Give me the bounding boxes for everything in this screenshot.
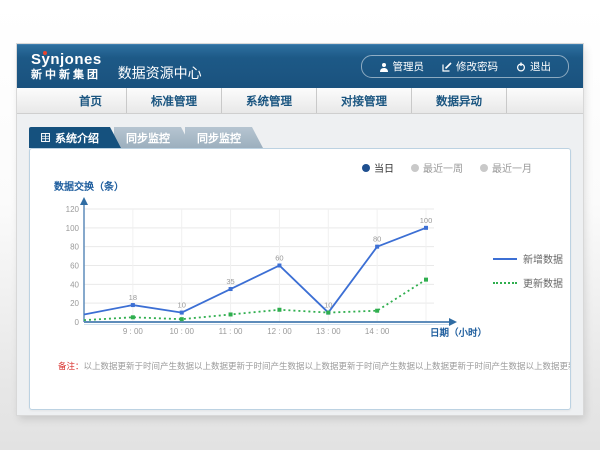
radio-unselected-icon — [480, 164, 488, 172]
brand-logo-subtext: 新中新集团 — [31, 69, 102, 81]
radio-unselected-icon — [411, 164, 419, 172]
svg-text:10: 10 — [178, 301, 186, 310]
tab-sync-monitor-1[interactable]: 同步监控 — [114, 127, 192, 148]
brand-logo: Synjones 新中新集团 — [31, 52, 102, 82]
svg-text:14 : 00: 14 : 00 — [365, 327, 390, 336]
chart-y-axis-title: 数据交换（条） — [54, 178, 570, 193]
app-window: Synjones 新中新集团 数据资源中心 管理员 修改密码 — [17, 44, 583, 415]
legend-item-updated-data: 更新数据 — [493, 275, 563, 290]
footnote: 备注：以上数据更新于时间产生数据以上数据更新于时间产生数据以上数据更新于时间产生… — [58, 360, 570, 372]
svg-text:100: 100 — [66, 224, 80, 233]
svg-text:0: 0 — [75, 318, 80, 327]
nav-item-home[interactable]: 首页 — [55, 88, 127, 113]
svg-text:10: 10 — [324, 301, 332, 310]
chart-area: 0 20 40 60 80 100 120 9 : 00 10 : 00 11 : 00 12 : … — [30, 195, 570, 350]
svg-text:9 : 00: 9 : 00 — [123, 327, 144, 336]
legend-label: 新增数据 — [523, 251, 563, 266]
tab-system-intro[interactable]: 系统介绍 — [29, 127, 121, 148]
svg-text:13 : 00: 13 : 00 — [316, 327, 341, 336]
chart-legend: 新增数据 更新数据 — [493, 251, 563, 350]
footnote-prefix: 备注： — [58, 361, 84, 371]
power-icon — [516, 62, 526, 72]
legend-item-new-data: 新增数据 — [493, 251, 563, 266]
user-icon — [379, 62, 389, 72]
tab-label: 系统介绍 — [55, 130, 99, 146]
nav-item-interface-mgmt[interactable]: 对接管理 — [317, 88, 412, 113]
radio-label: 当日 — [374, 160, 394, 175]
page-title: 数据资源中心 — [118, 63, 202, 83]
logout-button[interactable]: 退出 — [507, 59, 560, 74]
svg-text:11 : 00: 11 : 00 — [219, 327, 243, 336]
legend-line-sample-green — [493, 282, 517, 284]
svg-text:20: 20 — [70, 299, 79, 308]
chart-panel: 当日 最近一周 最近一月 数据交换（条） 0 20 40 60 80 100 120 9 : … — [29, 148, 571, 410]
brand-logo-text: Synjones — [31, 52, 102, 69]
nav-item-system-mgmt[interactable]: 系统管理 — [222, 88, 317, 113]
svg-text:80: 80 — [373, 235, 381, 244]
brand-red-dot-icon — [43, 51, 47, 55]
radio-last-week[interactable]: 最近一周 — [411, 160, 463, 175]
radio-label: 最近一周 — [423, 160, 463, 175]
change-password-button[interactable]: 修改密码 — [433, 59, 507, 74]
radio-today[interactable]: 当日 — [362, 160, 394, 175]
legend-label: 更新数据 — [523, 275, 563, 290]
time-range-filter: 当日 最近一周 最近一月 — [30, 149, 570, 175]
svg-text:80: 80 — [70, 243, 79, 252]
svg-text:60: 60 — [275, 254, 283, 263]
nav-item-data-change[interactable]: 数据异动 — [412, 88, 507, 113]
radio-last-month[interactable]: 最近一月 — [480, 160, 532, 175]
legend-line-sample-blue — [493, 258, 517, 260]
svg-text:120: 120 — [66, 205, 80, 214]
tab-bar: 系统介绍 同步监控 同步监控 — [17, 114, 583, 148]
svg-text:100: 100 — [420, 216, 433, 225]
tab-sync-monitor-2[interactable]: 同步监控 — [185, 127, 263, 148]
radio-selected-icon — [362, 164, 370, 172]
app-header: Synjones 新中新集团 数据资源中心 管理员 修改密码 — [17, 44, 583, 88]
current-user-button[interactable]: 管理员 — [370, 59, 434, 74]
svg-text:35: 35 — [226, 277, 234, 286]
svg-text:12 : 00: 12 : 00 — [267, 327, 292, 336]
svg-text:10 : 00: 10 : 00 — [169, 327, 194, 336]
main-nav: 首页 标准管理 系统管理 对接管理 数据异动 — [17, 88, 583, 114]
user-toolbar: 管理员 修改密码 退出 — [361, 55, 570, 78]
edit-icon — [442, 62, 452, 72]
svg-text:18: 18 — [129, 293, 137, 302]
svg-text:60: 60 — [70, 262, 79, 271]
content-area: 系统介绍 同步监控 同步监控 当日 最近一周 — [17, 114, 583, 410]
footnote-text: 以上数据更新于时间产生数据以上数据更新于时间产生数据以上数据更新于时间产生数据以… — [84, 361, 570, 371]
svg-text:日期（小时）: 日期（小时） — [430, 327, 487, 339]
document-grid-icon — [41, 133, 50, 142]
tab-label: 同步监控 — [126, 130, 170, 146]
nav-item-standard-mgmt[interactable]: 标准管理 — [127, 88, 222, 113]
change-password-label: 修改密码 — [456, 59, 498, 74]
logout-label: 退出 — [530, 59, 551, 74]
username-label: 管理员 — [393, 59, 425, 74]
tab-label: 同步监控 — [197, 130, 241, 146]
line-chart: 0 20 40 60 80 100 120 9 : 00 10 : 00 11 : 00 12 : … — [46, 195, 491, 350]
svg-text:40: 40 — [70, 280, 79, 289]
radio-label: 最近一月 — [492, 160, 532, 175]
